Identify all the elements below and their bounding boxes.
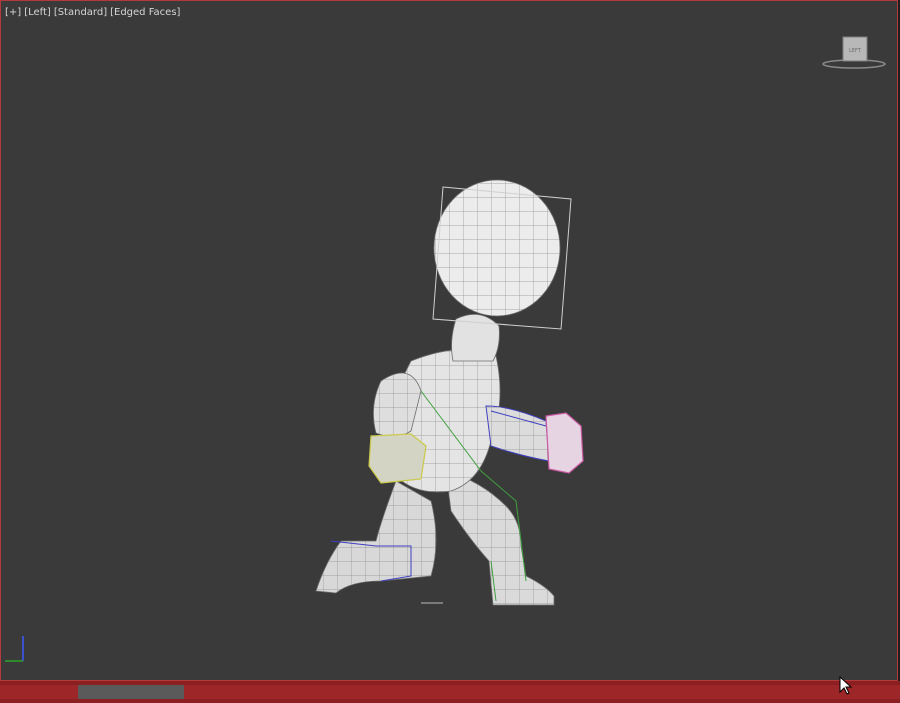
time-slider-thumb[interactable] [78, 685, 184, 699]
mesh-back-fist[interactable] [368, 433, 427, 484]
time-slider-bar[interactable] [0, 681, 900, 703]
mouse-cursor-icon [839, 676, 853, 695]
left-viewport[interactable]: [+] [Left] [Standard] [Edged Faces] LEFT [0, 0, 898, 681]
axis-tripod-icon [5, 636, 24, 662]
mesh-front-fist[interactable] [545, 412, 584, 474]
character-mesh[interactable] [1, 1, 899, 682]
